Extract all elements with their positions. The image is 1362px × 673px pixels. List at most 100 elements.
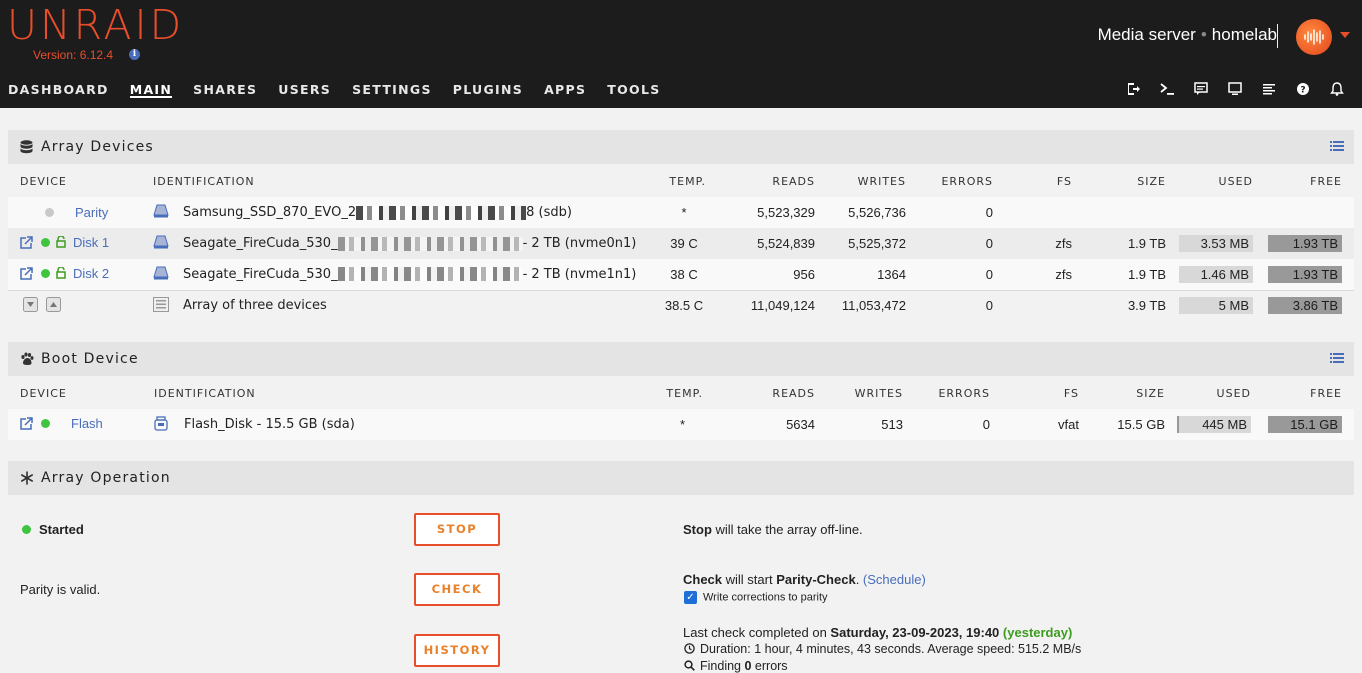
server-desc: homelab xyxy=(1211,25,1277,44)
help-icon[interactable]: ? xyxy=(1286,81,1320,97)
writes: 5,525,372 xyxy=(827,228,918,259)
boot-device-table: DEVICE IDENTIFICATION TEMP. READS WRITES… xyxy=(8,378,1354,440)
array-devices-table: DEVICE IDENTIFICATION TEMP. READS WRITES… xyxy=(8,166,1354,321)
table-row-summary: Array of three devices 38.5 C 11,049,124… xyxy=(8,289,1354,321)
table-row: Disk 1 Seagate_FireCuda_530_ - 2 TB (nvme… xyxy=(8,228,1354,259)
table-header-row: DEVICE IDENTIFICATION TEMP. READS WRITES… xyxy=(8,378,1354,409)
table-row: Parity Samsung_SSD_870_EVO_2 8 (sdb) * 5,… xyxy=(8,197,1354,228)
col-size: SIZE xyxy=(1137,175,1166,188)
boot-device-header: Boot Device xyxy=(8,342,1354,376)
array-operation-body: Started Parity is valid. STOP CHECK HIST… xyxy=(8,496,1354,673)
list-view-icon[interactable] xyxy=(1330,352,1344,367)
paw-icon xyxy=(20,352,34,366)
check-desc-bold2: Parity-Check xyxy=(776,572,856,587)
server-name-text: Media server xyxy=(1097,25,1196,44)
identification-cell: Flash_Disk - 15.5 GB (sda) xyxy=(142,409,650,440)
nav-dashboard[interactable]: DASHBOARD xyxy=(8,82,109,102)
device-id: Samsung_SSD_870_EVO_2 xyxy=(183,204,357,220)
clock-icon xyxy=(684,642,695,657)
table-row: Flash Flash_Disk - 15.5 GB (sda) * 5634 … xyxy=(8,409,1354,440)
used-bar: 5 MB xyxy=(1179,297,1253,315)
info-icon[interactable]: i xyxy=(129,49,140,60)
main-nav: DASHBOARD MAIN SHARES USERS SETTINGS PLU… xyxy=(8,82,682,102)
nav-shares[interactable]: SHARES xyxy=(193,82,257,102)
header-toolbar: ? xyxy=(1116,81,1354,97)
used-bar: 3.53 MB xyxy=(1179,235,1253,252)
used-cell: 1.46 MB xyxy=(1178,259,1265,290)
device-cell: Flash xyxy=(8,409,142,440)
snowflake-icon xyxy=(20,471,34,485)
free-bar: 15.1 GB xyxy=(1268,416,1342,433)
col-temp: TEMP. xyxy=(669,175,706,188)
redacted-serial xyxy=(337,267,523,282)
writes: 11,053,472 xyxy=(827,289,918,321)
log-icon[interactable] xyxy=(1252,81,1286,97)
writes: 513 xyxy=(827,409,915,440)
col-device: DEVICE xyxy=(20,175,67,188)
free-bar: 3.86 TB xyxy=(1268,297,1342,315)
unlock-icon xyxy=(56,235,66,251)
size xyxy=(1084,197,1178,228)
identification-cell: Seagate_FireCuda_530_ - 2 TB (nvme0n1) xyxy=(141,228,650,259)
terminal-icon[interactable] xyxy=(1150,81,1184,97)
size: 15.5 GB xyxy=(1091,409,1177,440)
free-cell: 3.86 TB xyxy=(1265,289,1354,321)
parity-status: Parity is valid. xyxy=(20,582,101,597)
collapse-up-icon[interactable] xyxy=(46,296,61,315)
external-link-icon[interactable] xyxy=(20,417,33,433)
check-button[interactable]: CHECK xyxy=(414,573,500,606)
stop-button[interactable]: STOP xyxy=(414,513,500,546)
col-identification: IDENTIFICATION xyxy=(154,387,256,400)
external-link-icon[interactable] xyxy=(20,236,33,252)
check-desc-end: . xyxy=(855,572,863,587)
array-devices-header: Array Devices xyxy=(8,130,1354,164)
history-button[interactable]: HISTORY xyxy=(414,634,500,667)
external-link-icon[interactable] xyxy=(20,266,33,283)
last-check-relative: (yesterday) xyxy=(1002,625,1073,640)
nav-plugins[interactable]: PLUGINS xyxy=(453,82,523,102)
used-cell: 5 MB xyxy=(1178,289,1265,321)
used xyxy=(1178,197,1265,228)
collapse-down-icon[interactable] xyxy=(23,296,38,315)
nav-users[interactable]: USERS xyxy=(278,82,331,102)
device-id-suffix: - 2 TB (nvme0n1) xyxy=(522,235,637,251)
identification-cell: Seagate_FireCuda_530_ - 2 TB (nvme1n1) xyxy=(141,259,650,290)
errors: 0 xyxy=(915,409,1002,440)
temp: * xyxy=(650,409,715,440)
free-bar: 1.93 TB xyxy=(1268,265,1342,283)
nav-tools[interactable]: TOOLS xyxy=(607,82,660,102)
col-writes: WRITES xyxy=(854,387,903,400)
nav-settings[interactable]: SETTINGS xyxy=(352,82,432,102)
used-cell: 445 MB xyxy=(1177,409,1263,440)
bell-icon[interactable] xyxy=(1320,81,1354,97)
chevron-down-icon[interactable] xyxy=(1340,32,1350,38)
write-corrections-checkbox[interactable]: ✓ xyxy=(684,591,697,604)
avatar[interactable] xyxy=(1296,19,1332,55)
feedback-icon[interactable] xyxy=(1184,81,1218,97)
database-icon xyxy=(20,140,34,154)
col-used: USED xyxy=(1218,175,1253,188)
free xyxy=(1265,197,1354,228)
unraid-logo[interactable]: UNRAID xyxy=(7,3,184,47)
array-summary-label: Array of three devices xyxy=(183,298,327,314)
display-icon[interactable] xyxy=(1218,81,1252,97)
list-view-icon[interactable] xyxy=(1330,140,1344,155)
fs: zfs xyxy=(1005,259,1084,290)
nav-main[interactable]: MAIN xyxy=(129,82,173,98)
array-status-text: Started xyxy=(39,522,84,537)
duration-text: Duration: 1 hour, 4 minutes, 43 seconds.… xyxy=(700,642,1082,656)
device-link-disk1[interactable]: Disk 1 xyxy=(73,235,109,250)
array-icon xyxy=(153,296,169,315)
size: 1.9 TB xyxy=(1084,228,1178,259)
device-id: Seagate_FireCuda_530_ xyxy=(183,235,338,251)
errors: 0 xyxy=(918,289,1005,321)
device-link-parity[interactable]: Parity xyxy=(75,205,108,220)
svg-text:?: ? xyxy=(1300,86,1305,96)
nav-apps[interactable]: APPS xyxy=(544,82,586,102)
device-link-flash[interactable]: Flash xyxy=(71,416,103,431)
col-fs: FS xyxy=(1063,387,1079,400)
logout-icon[interactable] xyxy=(1116,81,1150,97)
schedule-link[interactable]: (Schedule) xyxy=(863,572,926,587)
temp: 39 C xyxy=(650,228,718,259)
device-link-disk2[interactable]: Disk 2 xyxy=(73,266,109,281)
